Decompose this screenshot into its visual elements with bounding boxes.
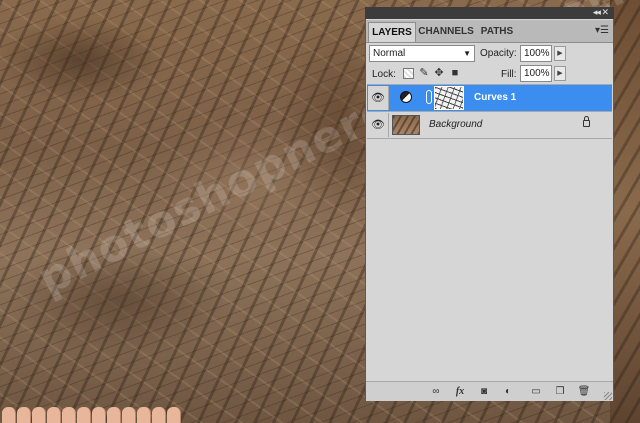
lock-transparent-icon[interactable] <box>403 68 414 79</box>
new-layer-icon[interactable]: ❐ <box>553 385 567 398</box>
panel-title-bar[interactable]: ◂◂ ✕ <box>365 7 614 19</box>
layer-mask-thumbnail[interactable] <box>434 86 464 110</box>
lock-icon <box>583 116 590 127</box>
add-mask-icon[interactable]: ◙ <box>477 385 491 398</box>
eye-icon[interactable]: 👁 <box>368 86 389 110</box>
tab-layers[interactable]: LAYERS <box>368 22 416 42</box>
collapse-button[interactable]: ◂◂ <box>593 7 601 17</box>
chevron-down-icon: ▼ <box>463 49 471 58</box>
lock-paint-icon[interactable]: ✎ <box>418 67 430 79</box>
tab-paths[interactable]: PATHS <box>476 22 518 42</box>
opacity-field[interactable]: 100% <box>520 45 552 62</box>
blend-row: Normal ▼ Opacity: 100% ▶ <box>366 42 613 64</box>
curves-adjustment-icon <box>400 91 412 103</box>
fill-label: Fill: <box>501 69 517 80</box>
close-icon[interactable]: ✕ <box>601 7 608 17</box>
collapse-icon[interactable]: ◂◂ ✕ <box>593 7 609 18</box>
lock-all-icon[interactable]: ■ <box>449 67 461 79</box>
opacity-slider-button[interactable]: ▶ <box>554 46 566 61</box>
layer-name[interactable]: Curves 1 <box>474 92 516 103</box>
canvas-photo-edge <box>610 0 640 423</box>
eye-icon[interactable]: 👁 <box>368 113 389 137</box>
fence-decoration <box>0 407 190 423</box>
fx-icon[interactable]: fx <box>453 385 467 398</box>
layer-name[interactable]: Background <box>429 119 482 130</box>
lock-label: Lock: <box>372 69 396 80</box>
opacity-label: Opacity: <box>480 48 517 59</box>
panel-tab-bar: LAYERS CHANNELS PATHS ▾☰ <box>366 20 613 43</box>
adjustment-layer-icon[interactable]: ◐ <box>501 385 515 398</box>
blend-mode-select[interactable]: Normal ▼ <box>369 45 475 62</box>
panel-bottom-toolbar: ∞ fx ◙ ◐ ▭ ❐ 🗑 <box>366 381 613 401</box>
layers-panel: LAYERS CHANNELS PATHS ▾☰ Normal ▼ Opacit… <box>365 7 614 401</box>
tab-channels[interactable]: CHANNELS <box>417 22 475 42</box>
chain-link-icon[interactable] <box>426 90 432 104</box>
lock-move-icon[interactable]: ✥ <box>433 67 445 79</box>
fill-slider-button[interactable]: ▶ <box>554 66 566 81</box>
new-group-icon[interactable]: ▭ <box>529 385 543 398</box>
layers-list: 👁 Curves 1 👁 Background <box>367 84 612 381</box>
fill-field[interactable]: 100% <box>520 65 552 82</box>
layer-row-background[interactable]: 👁 Background <box>367 112 612 139</box>
link-layers-icon[interactable]: ∞ <box>429 385 443 398</box>
blend-mode-value: Normal <box>373 48 406 59</box>
layer-thumbnail[interactable] <box>392 115 420 135</box>
panel-menu-icon[interactable]: ▾☰ <box>595 25 609 36</box>
resize-grip[interactable] <box>604 392 612 400</box>
delete-layer-icon[interactable]: 🗑 <box>577 385 591 398</box>
lock-row: Lock: ✎ ✥ ■ Fill: 100% ▶ <box>366 64 613 84</box>
layer-row-curves[interactable]: 👁 Curves 1 <box>367 85 612 112</box>
